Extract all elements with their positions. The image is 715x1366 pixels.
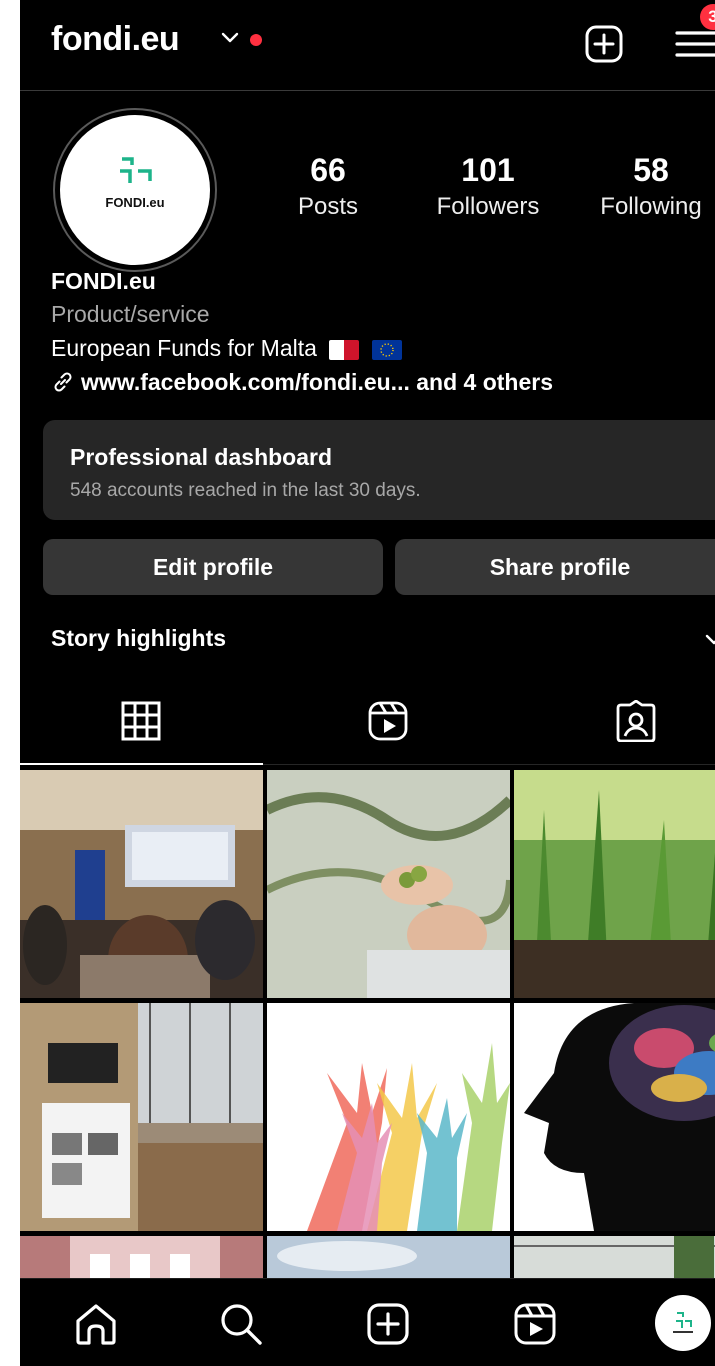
profile-link-text: www.facebook.com/fondi.eu... and 4 other…: [81, 369, 553, 395]
post-young-crops[interactable]: [514, 770, 715, 998]
chevron-down-icon[interactable]: [220, 30, 240, 44]
post-conference-room[interactable]: [20, 770, 263, 998]
stat-posts[interactable]: 66 Posts: [278, 150, 378, 224]
post-head-silhouette[interactable]: [514, 1003, 715, 1231]
chevron-down-icon[interactable]: [704, 632, 715, 646]
unread-dot: [250, 34, 262, 46]
malta-flag-icon: [329, 339, 360, 360]
fondi-logo-icon: [120, 157, 152, 183]
professional-dashboard-card[interactable]: Professional dashboard 548 accounts reac…: [43, 420, 715, 520]
grid-icon[interactable]: [121, 700, 161, 742]
dashboard-subtitle: 548 accounts reached in the last 30 days…: [70, 480, 421, 501]
home-icon[interactable]: [73, 1301, 119, 1347]
profile-bio-text: European Funds for Malta: [51, 335, 317, 361]
post-mind[interactable]: [20, 1236, 263, 1278]
top-bar: fondi.eu 3: [20, 0, 715, 91]
post-greenhouse-plaque[interactable]: [20, 1003, 263, 1231]
menu-icon[interactable]: [675, 24, 715, 64]
stat-posts-value: 66: [310, 152, 346, 188]
link-icon: [54, 372, 72, 392]
active-tab-indicator: [20, 763, 263, 765]
search-icon[interactable]: [218, 1301, 264, 1347]
eu-flag-icon: [371, 339, 402, 360]
avatar[interactable]: FONDI.eu: [60, 115, 210, 265]
stat-posts-label: Posts: [297, 193, 359, 220]
share-profile-button[interactable]: Share profile: [395, 539, 715, 595]
stat-followers-value: 101: [461, 152, 515, 188]
profile-name: FONDI.eu: [51, 268, 156, 294]
stat-followers[interactable]: 101 Followers: [423, 150, 553, 224]
stat-followers-label: Followers: [436, 193, 540, 220]
profile-link[interactable]: www.facebook.com/fondi.eu... and 4 other…: [51, 369, 553, 396]
fondi-logo-icon: [673, 1312, 693, 1333]
profile-avatar[interactable]: [655, 1295, 711, 1351]
post-colorful-hands[interactable]: [267, 1003, 510, 1231]
avatar-logo-text: FONDI.eu: [105, 195, 165, 210]
reels-icon[interactable]: [368, 700, 408, 742]
profile-bio: European Funds for Malta: [51, 335, 402, 362]
post-olive-harvest[interactable]: [267, 770, 510, 998]
post-sky[interactable]: [267, 1236, 510, 1278]
edit-profile-button[interactable]: Edit profile: [43, 539, 383, 595]
story-highlights-label[interactable]: Story highlights: [51, 625, 226, 652]
stat-following[interactable]: 58 Following: [588, 150, 714, 224]
account-username[interactable]: fondi.eu: [51, 20, 180, 59]
stat-following-value: 58: [633, 152, 669, 188]
create-icon[interactable]: [365, 1301, 411, 1347]
post-greenhouse-2[interactable]: [514, 1236, 715, 1278]
dashboard-title: Professional dashboard: [70, 444, 333, 470]
instagram-profile-screen: fondi.eu 3 FONDI.eu 66 Posts 101 Followe…: [20, 0, 715, 1366]
profile-category: Product/service: [51, 301, 210, 327]
stat-following-label: Following: [600, 193, 702, 220]
new-post-icon[interactable]: [584, 24, 624, 64]
tagged-icon[interactable]: [616, 700, 656, 742]
reels-icon[interactable]: [512, 1301, 558, 1347]
bottom-navigation: [20, 1278, 715, 1366]
